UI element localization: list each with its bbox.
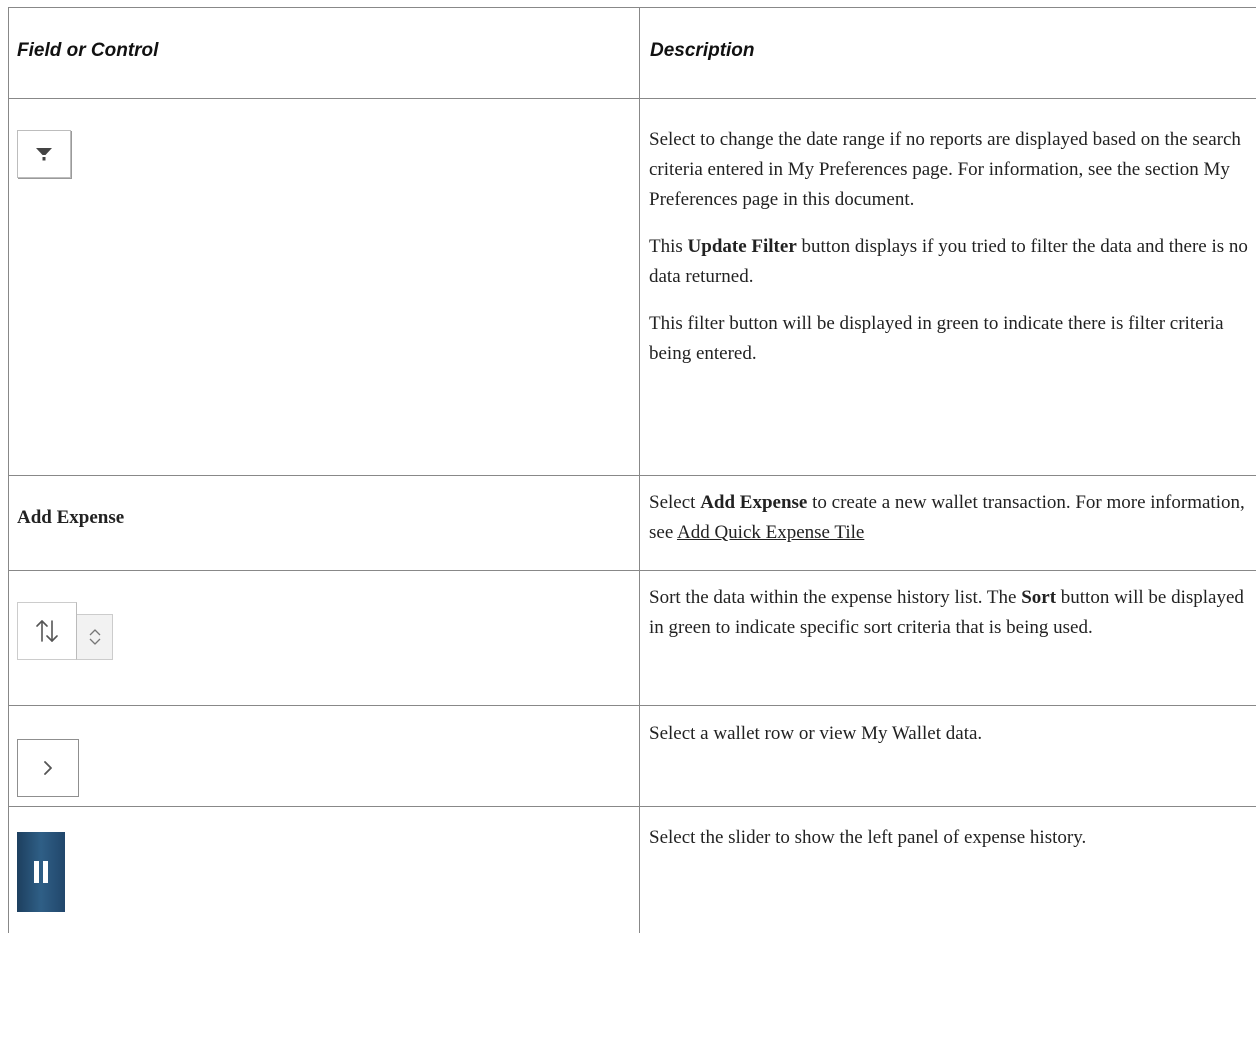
description-cell: Sort the data within the expense history… bbox=[639, 570, 1256, 706]
description-text: Select a wallet row or view My Wallet da… bbox=[649, 723, 983, 744]
description-text: Select the slider to show the left panel… bbox=[649, 827, 1087, 848]
description-text: Select Add Expense to create a new walle… bbox=[649, 492, 1245, 543]
description-cell: Select the slider to show the left panel… bbox=[639, 806, 1256, 933]
field-cell bbox=[8, 98, 640, 476]
bold-term: Sort bbox=[1021, 587, 1057, 608]
pause-icon bbox=[34, 861, 48, 883]
bold-term: Add Expense bbox=[700, 492, 808, 513]
filter-button[interactable] bbox=[17, 130, 71, 178]
description-text: Sort the data within the expense history… bbox=[649, 587, 1244, 638]
table-row-next: Select a wallet row or view My Wallet da… bbox=[8, 705, 1256, 807]
description-cell: Select a wallet row or view My Wallet da… bbox=[639, 705, 1256, 807]
sort-control bbox=[17, 602, 639, 660]
description-cell: Select to change the date range if no re… bbox=[639, 98, 1256, 476]
field-cell: Add Expense bbox=[8, 475, 640, 571]
updown-chevron-icon bbox=[89, 629, 100, 645]
table-row-filter: Select to change the date range if no re… bbox=[8, 98, 1256, 476]
table-row-sort: Sort the data within the expense history… bbox=[8, 570, 1256, 706]
field-cell bbox=[8, 570, 640, 706]
sort-order-toggle[interactable] bbox=[77, 614, 113, 660]
column-header-description: Description bbox=[639, 7, 1256, 99]
slider-handle[interactable] bbox=[17, 832, 65, 912]
bold-term: Update Filter bbox=[687, 236, 797, 257]
field-cell bbox=[8, 806, 640, 933]
sort-icon bbox=[36, 620, 58, 642]
column-header-field: Field or Control bbox=[8, 7, 640, 99]
description-cell: Select Add Expense to create a new walle… bbox=[639, 475, 1256, 571]
add-quick-expense-tile-link[interactable]: Add Quick Expense Tile bbox=[677, 522, 864, 543]
sort-button[interactable] bbox=[17, 602, 77, 660]
add-expense-label: Add Expense bbox=[17, 507, 125, 528]
description-text: This Update Filter button displays if yo… bbox=[649, 236, 1248, 287]
table-row-slider: Select the slider to show the left panel… bbox=[8, 806, 1256, 933]
field-cell bbox=[8, 705, 640, 807]
next-row-button[interactable] bbox=[17, 739, 79, 797]
table-header-row: Field or Control Description bbox=[8, 7, 1256, 99]
filter-icon bbox=[36, 148, 52, 161]
description-text: This filter button will be displayed in … bbox=[649, 313, 1224, 364]
field-description-table: Field or Control Description Select to c… bbox=[8, 7, 1256, 933]
description-text: Select to change the date range if no re… bbox=[649, 129, 1241, 210]
chevron-right-icon bbox=[44, 761, 52, 775]
table-row-add-expense: Add Expense Select Add Expense to create… bbox=[8, 475, 1256, 571]
